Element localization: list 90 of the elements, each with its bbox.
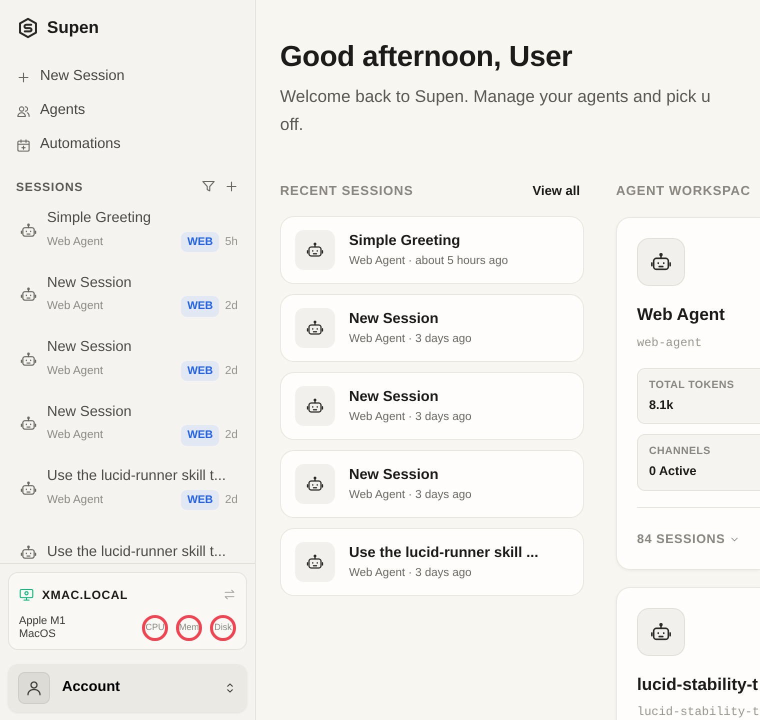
agent-name: lucid-stability-t xyxy=(637,674,759,696)
plus-icon xyxy=(16,70,31,84)
host-name: XMAC.LOCAL xyxy=(42,586,129,604)
greeting-title: Good afternoon, User xyxy=(280,40,574,75)
robot-icon xyxy=(20,415,37,432)
session-item[interactable]: New Session Web Agent WEB 2d xyxy=(0,327,255,392)
session-item[interactable]: Use the lucid-runner skill t... Web Agent WEB 2d xyxy=(0,456,255,520)
nav-item[interactable]: Agents xyxy=(0,94,255,128)
robot-icon xyxy=(20,480,37,497)
agent-name: Web Agent xyxy=(47,364,104,378)
session-title: Simple Greeting xyxy=(47,209,152,228)
swap-icon xyxy=(223,588,236,601)
session-title: New Session xyxy=(349,310,440,329)
session-item[interactable]: New Session Web Agent WEB 2d xyxy=(0,392,255,456)
filter-icon xyxy=(201,179,216,194)
usage-gauge: Disk xyxy=(210,614,236,641)
time-ago: 2d xyxy=(225,364,239,378)
robot-icon xyxy=(306,319,324,338)
account-button[interactable]: Account xyxy=(8,664,247,712)
robot-icon xyxy=(20,350,37,368)
agent-name: Web Agent xyxy=(47,299,104,314)
session-item[interactable]: Simple Greeting Web Agent WEB 5h xyxy=(0,198,255,262)
plus-icon xyxy=(224,179,239,194)
session-title: Simple Greeting xyxy=(349,232,462,251)
view-all-link[interactable]: View all xyxy=(532,180,580,200)
robot-icon xyxy=(20,222,37,239)
session-card[interactable]: New Session Web Agent · 3 days ago xyxy=(280,294,584,362)
session-title: Use the lucid-runner skill t... xyxy=(47,542,227,562)
session-meta: Web Agent · about 5 hours ago xyxy=(349,254,508,269)
session-title: New Session xyxy=(349,466,440,485)
session-title: New Session xyxy=(47,274,133,293)
chip-name: Apple M1 xyxy=(19,614,66,628)
robot-icon xyxy=(20,286,37,304)
session-meta: Web Agent · 3 days ago xyxy=(349,332,472,347)
section-heading: SESSIONS xyxy=(16,179,84,196)
welcome-text: off. xyxy=(280,114,304,136)
session-item[interactable]: New Session Web Agent WEB 2d xyxy=(0,262,255,327)
session-item[interactable]: Use the lucid-runner skill t... xyxy=(0,520,255,563)
time-ago: 2d xyxy=(225,299,239,314)
session-card[interactable]: New Session Web Agent · 3 days ago xyxy=(280,450,584,518)
section-heading: RECENT SESSIONS xyxy=(280,182,414,200)
usage-gauge: Mem xyxy=(176,614,202,641)
robot-icon xyxy=(306,397,324,416)
session-title: New Session xyxy=(47,402,133,422)
agent-name: Web Agent xyxy=(637,304,726,326)
sessions-toggle[interactable]: 84 SESSIONS xyxy=(637,530,740,549)
robot-icon xyxy=(306,475,324,494)
channel-tag: WEB xyxy=(181,490,219,510)
agent-name: Web Agent xyxy=(47,234,104,250)
brand-name: Supen xyxy=(47,17,99,40)
session-card[interactable]: Use the lucid-runner skill ... Web Agent · 3 days ago xyxy=(280,528,584,596)
channel-tag: WEB xyxy=(181,360,219,382)
stat-value: 0 Active xyxy=(649,463,698,480)
os-name: MacOS xyxy=(19,628,57,641)
person-icon xyxy=(25,679,43,697)
robot-icon xyxy=(20,544,37,562)
time-ago: 2d xyxy=(225,492,239,508)
robot-icon xyxy=(306,553,324,572)
session-meta: Web Agent · 3 days ago xyxy=(349,488,472,503)
section-heading: AGENT WORKSPAC xyxy=(616,182,752,200)
agent-name: Web Agent xyxy=(47,492,104,508)
session-meta: Web Agent · 3 days ago xyxy=(349,566,473,581)
channel-tag: WEB xyxy=(181,296,219,317)
session-title: Use the lucid-runner skill ... xyxy=(349,544,538,563)
stat-value: 8.1k xyxy=(649,396,674,414)
session-title: New Session xyxy=(349,388,440,407)
calendar-icon xyxy=(16,138,31,152)
nav-item[interactable]: New Session xyxy=(0,60,255,94)
stat-label: CHANNELS xyxy=(649,444,712,460)
usage-gauge: CPU xyxy=(142,614,168,641)
logo-icon xyxy=(17,17,39,39)
robot-icon xyxy=(306,241,324,260)
nav-item[interactable]: Automations xyxy=(0,128,255,162)
channel-tag: WEB xyxy=(181,425,219,446)
agent-name: Web Agent xyxy=(47,428,104,443)
agent-slug: lucid-stability-t xyxy=(637,704,760,720)
stat-label: TOTAL TOKENS xyxy=(649,378,736,393)
channel-tag: WEB xyxy=(181,232,219,252)
session-card[interactable]: New Session Web Agent · 3 days ago xyxy=(280,372,584,440)
agent-slug: web-agent xyxy=(637,334,703,352)
time-ago: 5h xyxy=(225,234,239,250)
session-title: Use the lucid-runner skill t... xyxy=(47,467,227,486)
session-title: New Session xyxy=(47,338,133,358)
welcome-text: Welcome back to Supen. Manage your agents and pick u xyxy=(280,86,712,108)
session-meta: Web Agent · 3 days ago xyxy=(349,410,472,425)
session-card[interactable]: Simple Greeting Web Agent · about 5 hours ago xyxy=(280,216,584,284)
robot-icon xyxy=(650,620,672,643)
people-icon xyxy=(16,104,31,118)
monitor-icon xyxy=(19,587,34,602)
time-ago: 2d xyxy=(225,428,239,443)
